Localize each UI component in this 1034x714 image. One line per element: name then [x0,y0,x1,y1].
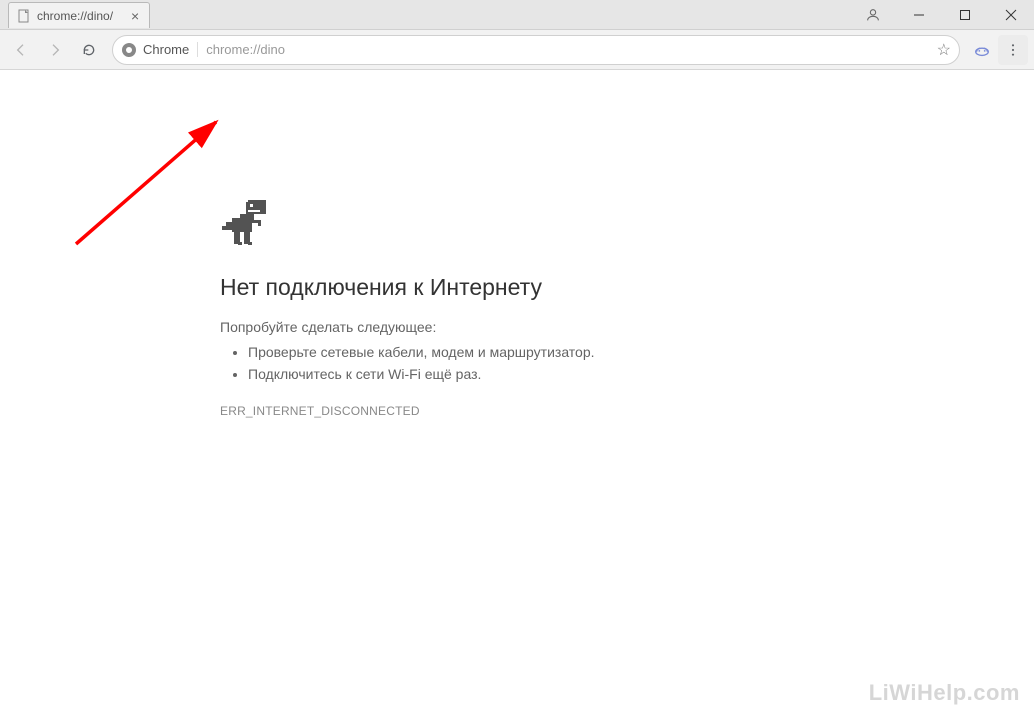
maximize-button[interactable] [942,0,988,29]
forward-button[interactable] [40,35,70,65]
error-heading: Нет подключения к Интернету [220,274,760,301]
tab-title: chrome://dino/ [37,9,113,23]
url-input[interactable] [206,42,930,57]
window-titlebar: chrome://dino/ × [0,0,1034,30]
watermark: LiWiHelp.com [869,680,1020,706]
annotation-arrow [56,114,236,254]
address-bar[interactable]: Chrome ☆ [112,35,960,65]
tab-close-icon[interactable]: × [131,9,139,23]
error-intro: Попробуйте сделать следующее: [220,319,760,335]
back-button[interactable] [6,35,36,65]
dino-icon[interactable] [220,200,268,252]
error-code: ERR_INTERNET_DISCONNECTED [220,404,760,418]
suggestion-list: Проверьте сетевые кабели, модем и маршру… [220,341,760,386]
error-content: Нет подключения к Интернету Попробуйте с… [220,200,760,418]
minimize-button[interactable] [896,0,942,29]
extension-icon[interactable] [968,36,996,64]
page-viewport: Нет подключения к Интернету Попробуйте с… [0,70,1034,714]
menu-button[interactable] [998,35,1028,65]
suggestion-item: Подключитесь к сети Wi-Fi ещё раз. [248,363,760,385]
browser-toolbar: Chrome ☆ [0,30,1034,70]
suggestion-item: Проверьте сетевые кабели, модем и маршру… [248,341,760,363]
reload-button[interactable] [74,35,104,65]
url-origin-chip: Chrome [143,42,198,57]
chrome-logo-icon [121,42,137,58]
account-icon[interactable] [850,0,896,29]
close-window-button[interactable] [988,0,1034,29]
browser-tab[interactable]: chrome://dino/ × [8,2,150,28]
bookmark-star-icon[interactable]: ☆ [937,40,951,60]
page-icon [17,9,31,23]
